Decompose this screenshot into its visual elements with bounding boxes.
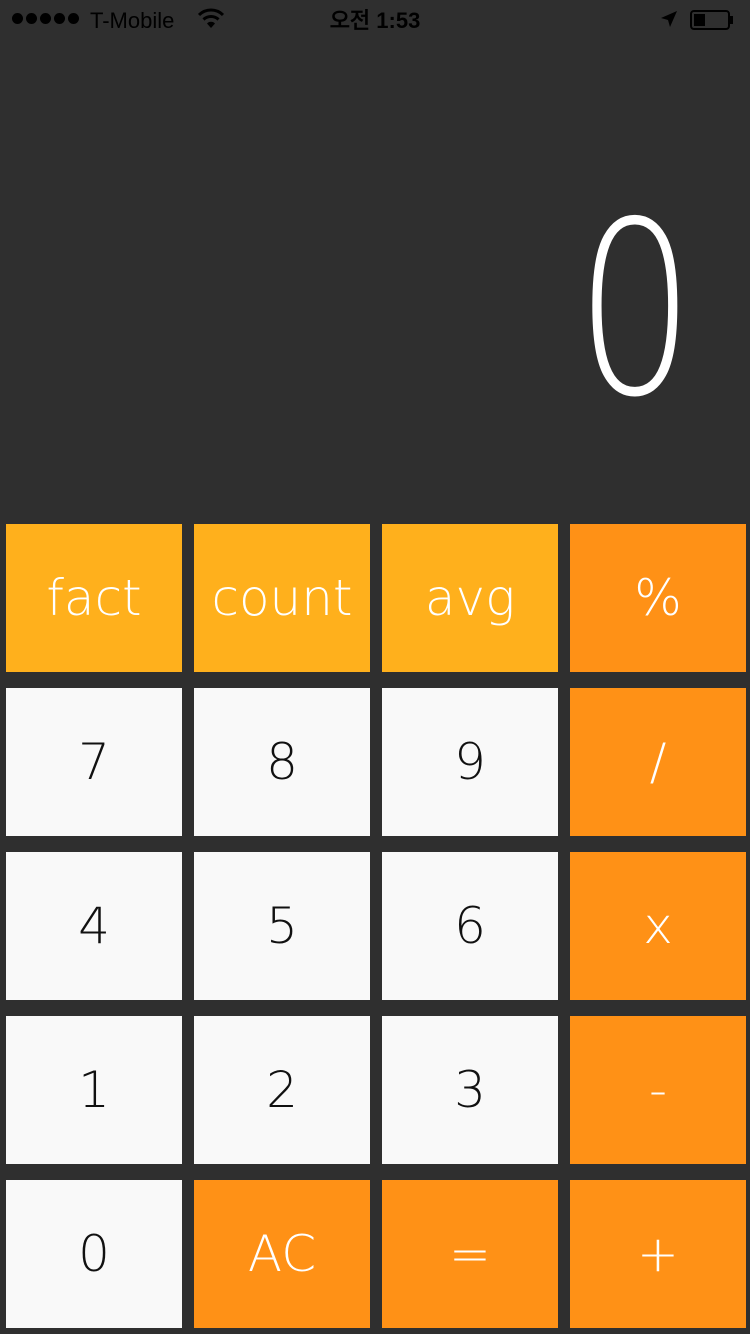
digit-8-button[interactable]: 8 xyxy=(194,688,370,836)
digit-1-button[interactable]: 1 xyxy=(6,1016,182,1164)
keypad: fact count avg % 7 8 9 / 4 5 6 x 1 2 3 -… xyxy=(0,516,750,1334)
status-bar: T-Mobile 오전 1:53 xyxy=(0,0,750,40)
digit-9-button[interactable]: 9 xyxy=(382,688,558,836)
multiply-button[interactable]: x xyxy=(570,852,746,1000)
digit-4-button[interactable]: 4 xyxy=(6,852,182,1000)
location-arrow-icon xyxy=(661,11,677,27)
percent-label: % xyxy=(634,569,682,627)
divide-button[interactable]: / xyxy=(570,688,746,836)
avg-button[interactable]: avg xyxy=(382,524,558,672)
multiply-label: x xyxy=(643,897,673,955)
count-label: count xyxy=(211,569,353,627)
plus-label: + xyxy=(637,1225,679,1283)
divide-label: / xyxy=(649,733,667,791)
digit-5-button[interactable]: 5 xyxy=(194,852,370,1000)
minus-label: - xyxy=(648,1061,668,1119)
display-value: 0 xyxy=(575,170,695,450)
digit-4-label: 4 xyxy=(78,897,110,955)
digit-1-label: 1 xyxy=(78,1061,110,1119)
digit-7-button[interactable]: 7 xyxy=(6,688,182,836)
digit-6-label: 6 xyxy=(454,897,486,955)
digit-0-button[interactable]: 0 xyxy=(6,1180,182,1328)
calculator-display: 0 xyxy=(0,40,750,516)
clear-button[interactable]: AC xyxy=(194,1180,370,1328)
digit-5-label: 5 xyxy=(266,897,298,955)
digit-9-label: 9 xyxy=(454,733,486,791)
equals-label: = xyxy=(449,1225,491,1283)
digit-0-label: 0 xyxy=(78,1225,110,1283)
digit-3-label: 3 xyxy=(454,1061,486,1119)
avg-label: avg xyxy=(424,569,516,627)
digit-6-button[interactable]: 6 xyxy=(382,852,558,1000)
digit-2-label: 2 xyxy=(266,1061,298,1119)
digit-3-button[interactable]: 3 xyxy=(382,1016,558,1164)
count-button[interactable]: count xyxy=(194,524,370,672)
status-time: 오전 1:53 xyxy=(329,8,421,33)
plus-button[interactable]: + xyxy=(570,1180,746,1328)
fact-label: fact xyxy=(46,569,142,627)
clear-label: AC xyxy=(247,1225,317,1283)
digit-8-label: 8 xyxy=(266,733,298,791)
percent-button[interactable]: % xyxy=(570,524,746,672)
fact-button[interactable]: fact xyxy=(6,524,182,672)
minus-button[interactable]: - xyxy=(570,1016,746,1164)
equals-button[interactable]: = xyxy=(382,1180,558,1328)
battery-icon xyxy=(690,10,733,30)
digit-7-label: 7 xyxy=(78,733,110,791)
digit-2-button[interactable]: 2 xyxy=(194,1016,370,1164)
